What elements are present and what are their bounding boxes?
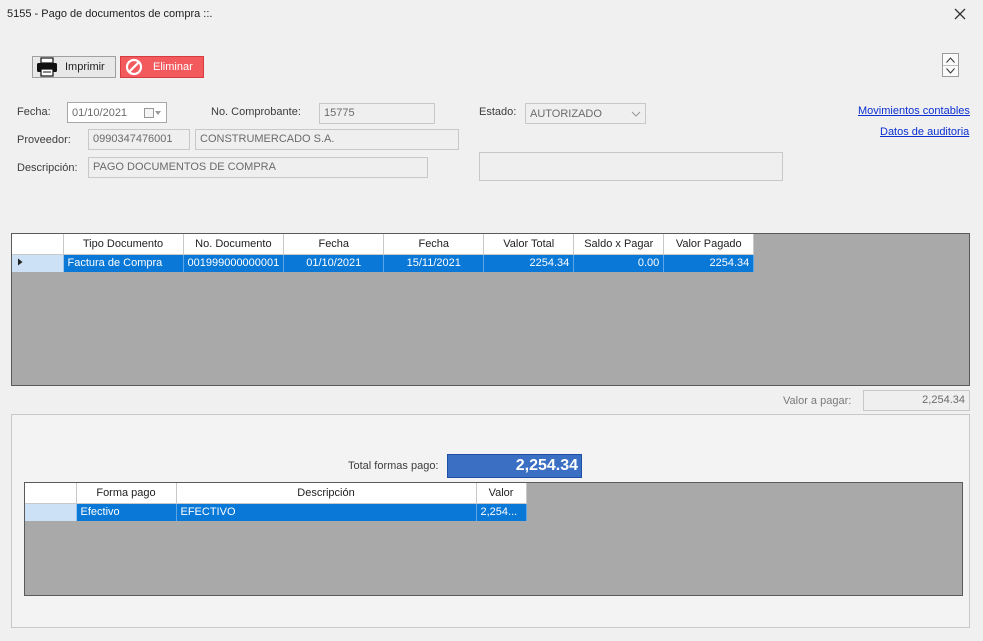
proveedor-id-field[interactable]: 0990347476001 xyxy=(88,129,190,150)
movimientos-link[interactable]: Movimientos contables xyxy=(858,105,970,117)
col-no-documento[interactable]: No. Documento xyxy=(183,234,285,255)
close-icon[interactable] xyxy=(952,6,968,22)
fecha-field[interactable]: 01/10/2021 xyxy=(67,102,167,123)
extra-field[interactable] xyxy=(479,152,783,181)
col-fecha-vencimiento[interactable]: Fecha xyxy=(383,234,485,255)
documents-header-row: Tipo Documento No. Documento Fecha Fecha… xyxy=(12,234,755,255)
col-valor-pagado[interactable]: Valor Pagado xyxy=(663,234,755,255)
descripcion-label: Descripción: xyxy=(17,162,78,174)
row-indicator-header xyxy=(25,483,77,504)
cell-fecha[interactable]: 01/10/2021 xyxy=(283,254,385,272)
calendar-icon[interactable] xyxy=(144,107,162,118)
total-formas-label: Total formas pago: xyxy=(348,460,439,472)
descripcion-field[interactable]: PAGO DOCUMENTOS DE COMPRA xyxy=(88,157,428,178)
col-valor-total[interactable]: Valor Total xyxy=(483,234,575,255)
col-fecha[interactable]: Fecha xyxy=(283,234,385,255)
formas-header-row: Forma pago Descripción Valor xyxy=(25,483,527,504)
cell-tipo-documento[interactable]: Factura de Compra xyxy=(63,254,184,272)
fecha-value: 01/10/2021 xyxy=(72,106,128,119)
estado-label: Estado: xyxy=(479,106,517,118)
estado-value: AUTORIZADO xyxy=(530,107,602,120)
proveedor-label: Proveedor: xyxy=(17,134,71,146)
chevron-down-icon xyxy=(631,108,641,120)
cell-valor-pagado[interactable]: 2254.34 xyxy=(663,254,755,272)
delete-label: Eliminar xyxy=(153,61,193,73)
col-forma-pago[interactable]: Forma pago xyxy=(76,483,177,504)
cell-valor-total[interactable]: 2254.34 xyxy=(483,254,575,272)
col-saldo-pagar[interactable]: Saldo x Pagar xyxy=(573,234,665,255)
valor-pagar-label: Valor a pagar: xyxy=(783,395,852,407)
table-row[interactable]: Factura de Compra 001999000000001 01/10/… xyxy=(12,254,755,272)
documents-grid[interactable]: Tipo Documento No. Documento Fecha Fecha… xyxy=(11,233,970,386)
comprobante-field[interactable]: 15775 xyxy=(319,103,435,124)
cell-descripcion[interactable]: EFECTIVO xyxy=(176,503,477,521)
scroll-spinner[interactable] xyxy=(942,53,959,77)
valor-pagar-field[interactable]: 2,254.34 xyxy=(863,390,970,411)
arrow-down-icon[interactable] xyxy=(943,65,958,76)
delete-icon xyxy=(125,58,143,76)
delete-button[interactable]: Eliminar xyxy=(120,56,204,78)
auditoria-link[interactable]: Datos de auditoria xyxy=(880,126,969,138)
cell-no-documento[interactable]: 001999000000001 xyxy=(183,254,285,272)
print-label: Imprimir xyxy=(65,61,105,73)
row-indicator-header xyxy=(12,234,64,255)
proveedor-name-field[interactable]: CONSTRUMERCADO S.A. xyxy=(195,129,459,150)
cell-saldo-pagar[interactable]: 0.00 xyxy=(573,254,665,272)
table-row[interactable]: Efectivo EFECTIVO 2,254... xyxy=(25,503,527,521)
col-tipo-documento[interactable]: Tipo Documento xyxy=(63,234,184,255)
formas-pago-grid[interactable]: Forma pago Descripción Valor Efectivo EF… xyxy=(24,482,963,596)
window-title: 5155 - Pago de documentos de compra ::. xyxy=(7,8,213,20)
cell-forma-pago[interactable]: Efectivo xyxy=(76,503,177,521)
row-pointer-icon[interactable] xyxy=(12,254,64,272)
total-formas-field[interactable]: 2,254.34 xyxy=(447,454,582,478)
row-indicator[interactable] xyxy=(25,503,77,521)
cell-fecha-vencimiento[interactable]: 15/11/2021 xyxy=(383,254,485,272)
cell-valor[interactable]: 2,254... xyxy=(476,503,527,521)
printer-icon xyxy=(36,57,58,77)
print-button[interactable]: Imprimir xyxy=(32,56,116,78)
arrow-up-icon[interactable] xyxy=(943,54,958,65)
col-valor[interactable]: Valor xyxy=(476,483,527,504)
fecha-label: Fecha: xyxy=(17,106,51,118)
col-descripcion[interactable]: Descripción xyxy=(176,483,477,504)
comprobante-label: No. Comprobante: xyxy=(211,106,301,118)
estado-select[interactable]: AUTORIZADO xyxy=(525,103,646,124)
